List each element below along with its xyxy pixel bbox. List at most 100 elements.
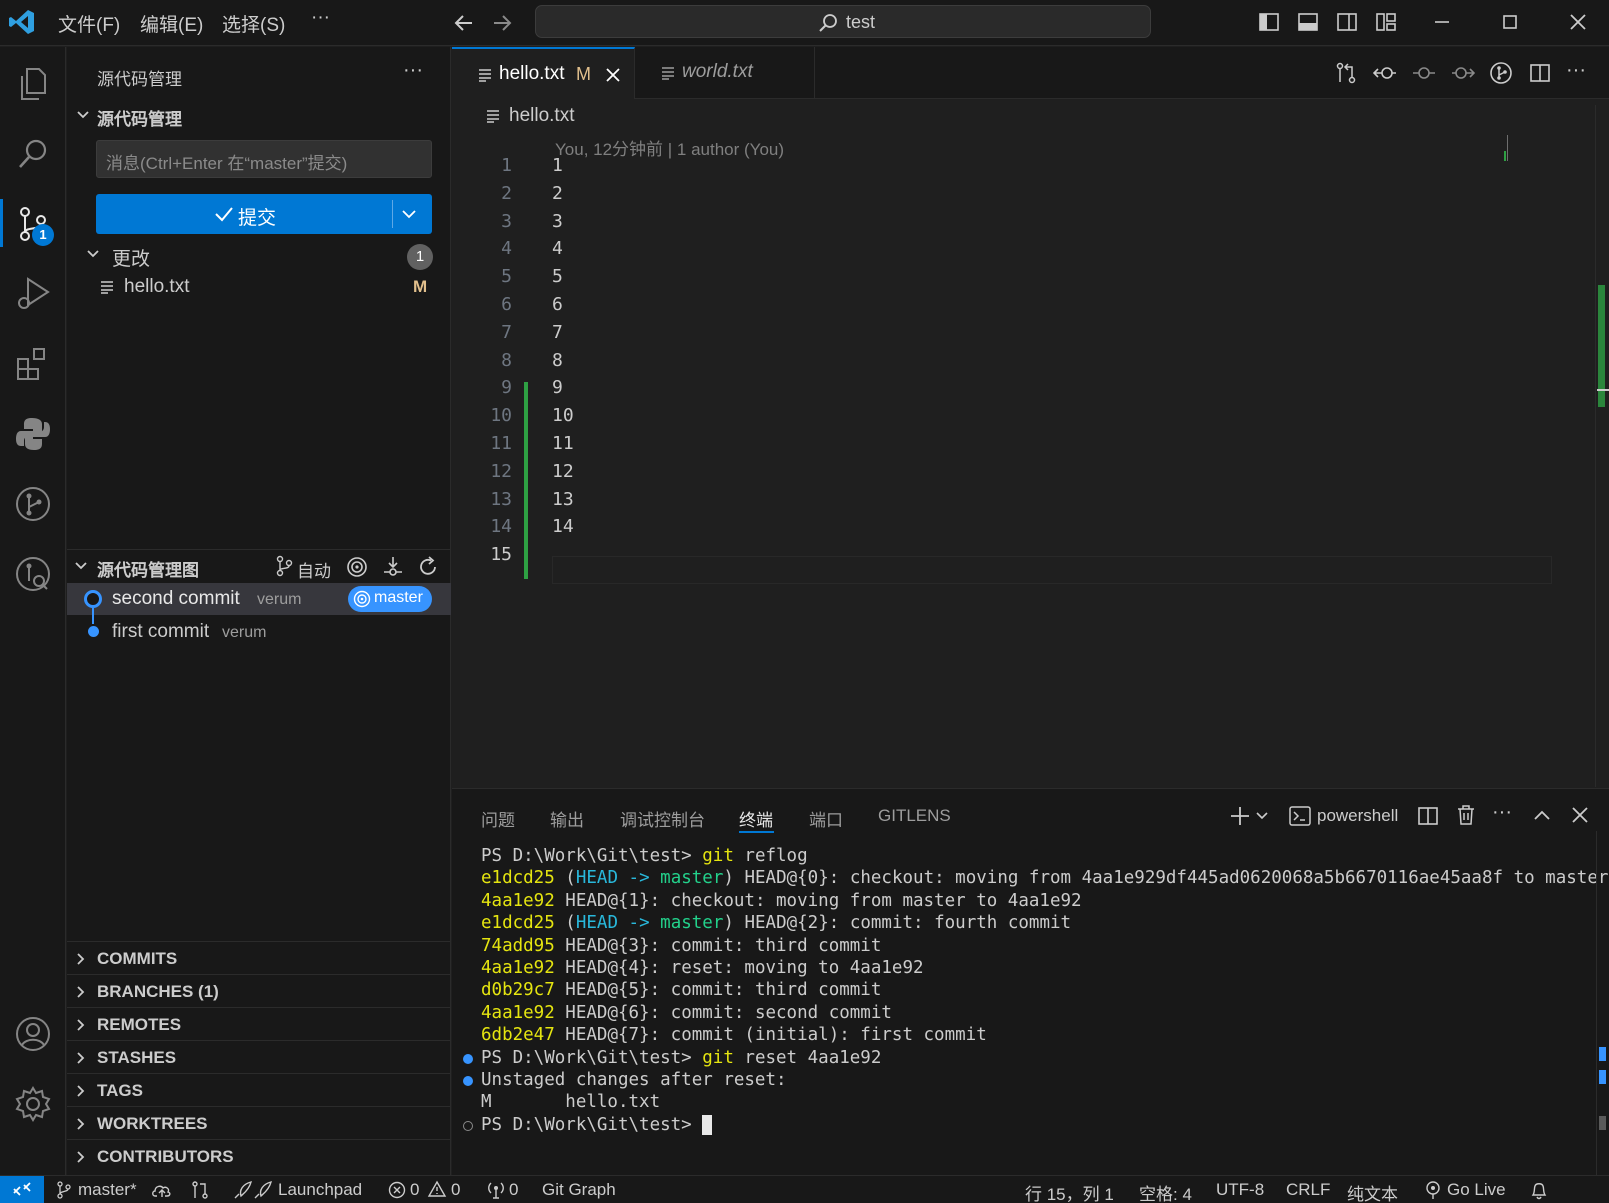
tab-problems[interactable]: 问题 <box>481 806 515 831</box>
command-center-search[interactable]: test <box>535 5 1151 38</box>
code-line[interactable]: 10 <box>552 405 574 426</box>
status-indentation[interactable]: 空格: 4 <box>1139 1180 1192 1203</box>
section-branches[interactable]: BRANCHES (1) <box>67 974 451 1007</box>
split-terminal-icon[interactable] <box>1417 805 1439 827</box>
maximize-panel-chevron-up-icon[interactable] <box>1532 806 1552 824</box>
panel-more-button[interactable]: ··· <box>1492 801 1512 824</box>
menu-edit[interactable]: 编辑(E) <box>140 10 203 37</box>
section-contributors[interactable]: CONTRIBUTORS <box>67 1139 451 1172</box>
status-launchpad[interactable]: Launchpad <box>278 1180 362 1200</box>
changes-chevron-down-icon[interactable] <box>85 246 101 262</box>
branch-icon[interactable] <box>275 555 293 577</box>
tab-debug-console[interactable]: 调试控制台 <box>620 806 705 831</box>
status-eol[interactable]: CRLF <box>1286 1180 1330 1200</box>
forward-arrow-icon[interactable] <box>491 12 513 34</box>
bell-icon[interactable] <box>1530 1180 1548 1200</box>
status-branch[interactable]: master* <box>78 1180 137 1200</box>
tab-ports[interactable]: 端口 <box>809 806 843 831</box>
close-panel-icon[interactable] <box>1570 805 1590 825</box>
code-line[interactable]: 14 <box>552 516 574 537</box>
commit-message[interactable]: first commit <box>112 621 209 643</box>
tab-hello-txt[interactable]: hello.txt M <box>452 47 635 99</box>
accounts-icon[interactable] <box>12 1013 54 1055</box>
remote-indicator[interactable] <box>0 1176 44 1203</box>
code-line[interactable]: 5 <box>552 266 563 287</box>
code-line[interactable]: 11 <box>552 433 574 454</box>
breadcrumb[interactable]: hello.txt <box>509 105 574 127</box>
command-decoration-icon[interactable] <box>463 1053 473 1064</box>
gitlens-inspect-icon[interactable] <box>12 553 54 595</box>
command-decoration-icon[interactable] <box>463 1076 473 1086</box>
commit-node-icon[interactable] <box>1412 62 1436 84</box>
toggle-panel-icon[interactable] <box>1297 11 1319 33</box>
split-editor-icon[interactable] <box>1529 62 1551 84</box>
status-warnings[interactable]: 0 <box>451 1180 460 1200</box>
customize-layout-icon[interactable] <box>1375 11 1397 33</box>
search-view-icon[interactable] <box>12 133 54 175</box>
close-window-icon[interactable] <box>1567 11 1589 33</box>
toggle-secondary-sidebar-icon[interactable] <box>1336 11 1358 33</box>
branch-ref-badge[interactable]: master <box>348 586 432 612</box>
tab-terminal[interactable]: 终端 <box>739 806 773 831</box>
code-line[interactable]: 9 <box>552 377 563 398</box>
commit-button[interactable]: 提交 <box>96 194 432 234</box>
graph-section-header[interactable]: 源代码管理图 <box>97 556 199 581</box>
code-area[interactable]: 1 1 2 2 3 3 4 4 5 5 6 6 7 7 8 8 9 9 10 10 11 11 12 12 13 13 14 14 15 <box>452 153 1552 573</box>
chevron-down-icon[interactable] <box>75 107 91 123</box>
commit-message-input[interactable]: 消息(Ctrl+Enter 在“master”提交) <box>96 140 432 178</box>
changed-file-name[interactable]: hello.txt <box>124 276 189 298</box>
status-go-live[interactable]: Go Live <box>1447 1180 1506 1200</box>
tab-output[interactable]: 输出 <box>550 806 584 831</box>
section-worktrees[interactable]: WORKTREES <box>67 1106 451 1139</box>
next-change-icon[interactable] <box>1451 62 1475 84</box>
open-changes-icon[interactable] <box>1335 62 1357 84</box>
toggle-primary-sidebar-icon[interactable] <box>1258 11 1280 33</box>
code-line[interactable]: 2 <box>552 183 563 204</box>
sync-cloud-icon[interactable] <box>151 1181 173 1199</box>
section-tags[interactable]: TAGS <box>67 1073 451 1106</box>
code-line[interactable]: 12 <box>552 461 574 482</box>
fetch-icon[interactable] <box>382 556 404 578</box>
section-remotes[interactable]: REMOTES <box>67 1007 451 1040</box>
python-icon[interactable] <box>12 413 54 455</box>
code-line[interactable]: 4 <box>552 238 563 259</box>
broadcast-icon[interactable] <box>485 1180 507 1200</box>
status-encoding[interactable]: UTF-8 <box>1216 1180 1264 1200</box>
code-line[interactable]: 6 <box>552 294 563 315</box>
commit-message[interactable]: second commit <box>112 588 240 610</box>
code-line[interactable]: 7 <box>552 322 563 343</box>
status-git-graph[interactable]: Git Graph <box>542 1180 616 1200</box>
previous-change-icon[interactable] <box>1373 62 1397 84</box>
go-live-icon[interactable] <box>1424 1180 1442 1200</box>
menu-file[interactable]: 文件(F) <box>58 10 120 37</box>
settings-gear-icon[interactable] <box>12 1083 54 1125</box>
git-graph-icon[interactable] <box>12 483 54 525</box>
extensions-icon[interactable] <box>12 343 54 385</box>
minimize-icon[interactable] <box>1431 11 1453 33</box>
code-line[interactable]: 1 <box>552 155 563 176</box>
terminal-output[interactable]: PS D:\Work\Git\test> git reflog e1dcd25 (… <box>452 846 1608 1176</box>
git-compare-icon[interactable] <box>190 1180 210 1200</box>
graph-chevron-down-icon[interactable] <box>73 558 89 574</box>
close-tab-icon[interactable] <box>604 66 622 84</box>
rocket-icon[interactable] <box>233 1180 273 1200</box>
status-cursor-position[interactable]: 行 15，列 1 <box>1025 1180 1114 1203</box>
sidebar-more-button[interactable]: ··· <box>403 59 423 82</box>
error-icon[interactable] <box>388 1181 406 1199</box>
status-language[interactable]: 纯文本 <box>1347 1180 1398 1203</box>
trash-icon[interactable] <box>1455 804 1477 826</box>
run-debug-icon[interactable] <box>12 273 54 315</box>
commit-dropdown-chevron-icon[interactable] <box>400 206 418 222</box>
new-terminal-plus-icon[interactable] <box>1229 805 1251 827</box>
menu-more[interactable]: ··· <box>311 7 330 29</box>
status-ports[interactable]: 0 <box>509 1180 518 1200</box>
section-stashes[interactable]: STASHES <box>67 1040 451 1073</box>
changes-label[interactable]: 更改 <box>112 244 150 271</box>
graph-auto-label[interactable]: 自动 <box>297 557 331 582</box>
warning-icon[interactable] <box>427 1180 447 1198</box>
maximize-icon[interactable] <box>1499 11 1521 33</box>
section-commits[interactable]: COMMITS <box>67 941 451 974</box>
tab-world-txt[interactable]: world.txt <box>635 47 815 99</box>
back-arrow-icon[interactable] <box>453 12 475 34</box>
code-line[interactable]: 13 <box>552 489 574 510</box>
